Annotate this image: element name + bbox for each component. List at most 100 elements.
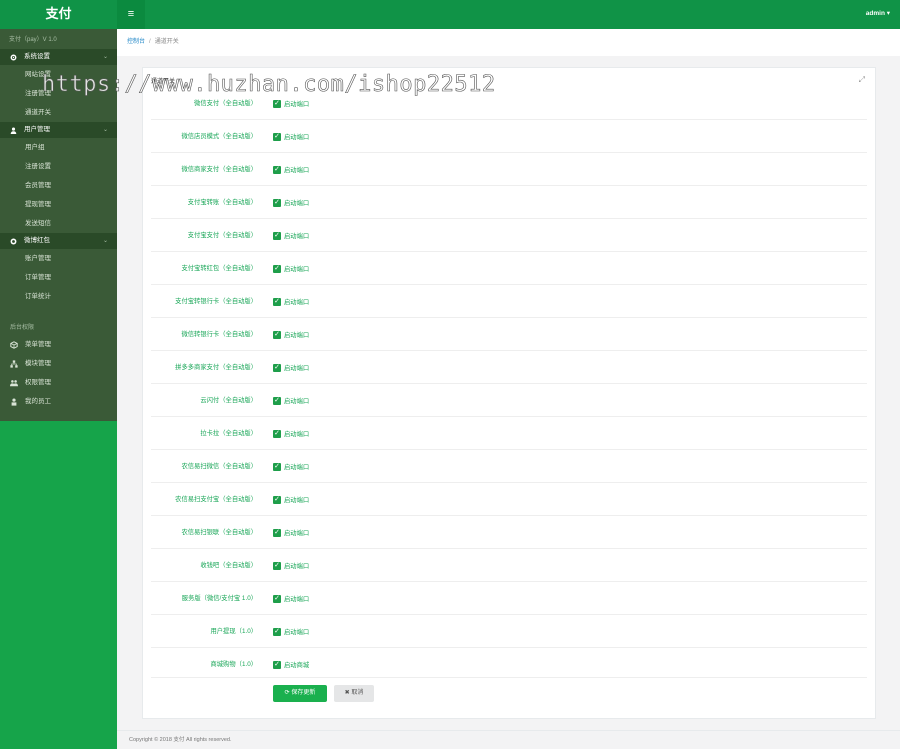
- channel-checkbox[interactable]: ✓ 启动端口: [273, 429, 309, 438]
- breadcrumb-current: 通道开关: [154, 39, 179, 45]
- sidebar-item-withdraw-manage[interactable]: 提现管理: [0, 195, 117, 214]
- sidebar-item-channel-switch[interactable]: 通道开关: [0, 103, 117, 122]
- channel-row: 农信易扫微信（全自动版） ✓ 启动端口: [151, 450, 867, 483]
- sidebar-menu: 支付 支付（pay）V 1.0 系统设置 ⌄ 网站设置 注册管理 通道开关 用户…: [0, 0, 117, 421]
- channel-label: 微信转银行卡（全自动版）: [181, 331, 257, 338]
- check-icon[interactable]: ✓: [273, 627, 281, 636]
- save-button[interactable]: ⟳ 保存更新: [273, 685, 327, 702]
- channel-checkbox[interactable]: ✓ 启动端口: [273, 99, 309, 108]
- channel-row: 农信易扫银联（全自动版） ✓ 启动端口: [151, 516, 867, 549]
- channel-checkbox[interactable]: ✓ 启动端口: [273, 330, 309, 339]
- sidebar-group-users[interactable]: 用户管理 ⌄: [0, 122, 117, 138]
- users-icon: [10, 379, 18, 386]
- check-icon[interactable]: ✓: [273, 132, 281, 141]
- menu-toggle-icon[interactable]: ≡: [117, 0, 145, 29]
- channel-row: 服务版（微信/支付宝 1.0） ✓ 启动端口: [151, 582, 867, 615]
- sidebar-item-order-manage[interactable]: 订单管理: [0, 268, 117, 287]
- weibo-icon: [10, 238, 17, 244]
- user-menu[interactable]: admin ▾: [866, 0, 890, 27]
- channel-row: 用户提现（1.0） ✓ 启动端口: [151, 615, 867, 648]
- sidebar-item-member-manage[interactable]: 会员管理: [0, 176, 117, 195]
- sidebar-item-my-staff[interactable]: 我的员工: [0, 392, 117, 411]
- sidebar-item-order-stats[interactable]: 订单统计: [0, 287, 117, 306]
- chevron-down-icon: ⌄: [102, 127, 108, 133]
- channel-label: 农信易扫银联（全自动版）: [181, 529, 257, 536]
- channel-label: 支付宝转银行卡（全自动版）: [175, 298, 257, 305]
- channel-checkbox[interactable]: ✓ 启动端口: [273, 462, 309, 471]
- sidebar-group-system[interactable]: 系统设置 ⌄: [0, 49, 117, 65]
- check-icon[interactable]: ✓: [273, 396, 281, 405]
- channel-label: 微信店员模式（全自动版）: [181, 133, 257, 140]
- check-icon[interactable]: ✓: [273, 165, 281, 174]
- cancel-button[interactable]: ✖ 取消: [334, 685, 374, 702]
- checkbox-label: 启动端口: [284, 266, 310, 273]
- channel-checkbox[interactable]: ✓ 启动端口: [273, 264, 309, 273]
- sidebar-group-label: 微博红包: [24, 237, 50, 244]
- checkbox-label: 启动端口: [284, 233, 310, 240]
- breadcrumb-separator: /: [149, 39, 151, 45]
- check-icon[interactable]: ✓: [273, 594, 281, 603]
- checkbox-label: 启动端口: [284, 530, 310, 537]
- check-icon[interactable]: ✓: [273, 264, 281, 273]
- check-icon[interactable]: ✓: [273, 198, 281, 207]
- check-icon[interactable]: ✓: [273, 297, 281, 306]
- sidebar-item-register-settings[interactable]: 注册设置: [0, 157, 117, 176]
- sidebar-item-account-manage[interactable]: 账户管理: [0, 249, 117, 268]
- app-logo[interactable]: 支付: [0, 0, 117, 29]
- settings-panel: 通道开关 ⤢ 微信支付（全自动版） ✓ 启动端口 微信店员模式（全自动版） ✓ 启动端口微…: [142, 67, 876, 719]
- sidebar-item-menu-manage[interactable]: 菜单管理: [0, 335, 117, 354]
- sidebar-item-permission-manage[interactable]: 权限管理: [0, 373, 117, 392]
- channel-label: 支付宝转红包（全自动版）: [181, 265, 257, 272]
- channel-checkbox[interactable]: ✓ 启动端口: [273, 396, 309, 405]
- topbar: ≡ admin ▾: [117, 0, 900, 29]
- channel-checkbox[interactable]: ✓ 启动端口: [273, 165, 309, 174]
- check-icon[interactable]: ✓: [273, 660, 281, 669]
- channel-checkbox[interactable]: ✓ 启动端口: [273, 231, 309, 240]
- channel-checkbox[interactable]: ✓ 启动端口: [273, 198, 309, 207]
- sidebar-item-send-sms[interactable]: 发送短信: [0, 214, 117, 233]
- channel-checkbox[interactable]: ✓ 启动端口: [273, 363, 309, 372]
- channel-row: 微信店员模式（全自动版） ✓ 启动端口: [151, 120, 867, 153]
- sidebar-item-label: 权限管理: [25, 379, 51, 386]
- checkbox-label: 启动端口: [284, 134, 310, 141]
- channel-checkbox[interactable]: ✓ 启动端口: [273, 627, 309, 636]
- channel-label: 支付宝转账（全自动版）: [187, 199, 257, 206]
- channel-checkbox[interactable]: ✓ 启动端口: [273, 561, 309, 570]
- sidebar-group-label: 系统设置: [24, 53, 50, 60]
- sidebar-item-module-manage[interactable]: 模块管理: [0, 354, 117, 373]
- channel-checkbox[interactable]: ✓ 启动端口: [273, 297, 309, 306]
- check-icon[interactable]: ✓: [273, 495, 281, 504]
- check-icon[interactable]: ✓: [273, 99, 281, 108]
- channel-label: 拉卡拉（全自动版）: [200, 430, 257, 437]
- check-icon[interactable]: ✓: [273, 528, 281, 537]
- channel-checkbox[interactable]: ✓ 启动端口: [273, 594, 309, 603]
- sitemap-icon: [10, 359, 18, 368]
- channel-checkbox[interactable]: ✓ 启动端口: [273, 528, 309, 537]
- expand-icon[interactable]: ⤢: [859, 75, 865, 85]
- channel-checkbox[interactable]: ✓ 启动端口: [273, 495, 309, 504]
- checkbox-label: 启动端口: [284, 629, 310, 636]
- channel-label: 农信易扫支付宝（全自动版）: [175, 496, 257, 503]
- check-icon[interactable]: ✓: [273, 462, 281, 471]
- sidebar: 支付 支付（pay）V 1.0 系统设置 ⌄ 网站设置 注册管理 通道开关 用户…: [0, 0, 117, 749]
- channel-checkbox[interactable]: ✓ 启动商城: [273, 660, 309, 669]
- check-icon[interactable]: ✓: [273, 330, 281, 339]
- check-icon[interactable]: ✓: [273, 561, 281, 570]
- checkbox-label: 启动端口: [284, 398, 310, 405]
- channel-label: 服务版（微信/支付宝 1.0）: [181, 595, 257, 602]
- sidebar-item-user-group[interactable]: 用户组: [0, 138, 117, 157]
- checkbox-label: 启动端口: [284, 167, 310, 174]
- channel-checkbox[interactable]: ✓ 启动端口: [273, 132, 309, 141]
- user-icon: [10, 127, 17, 134]
- sidebar-group-weibo[interactable]: 微博红包 ⌄: [0, 233, 117, 249]
- divider: [151, 677, 867, 678]
- channel-label: 收钱吧（全自动版）: [200, 562, 257, 569]
- check-icon[interactable]: ✓: [273, 231, 281, 240]
- check-icon[interactable]: ✓: [273, 429, 281, 438]
- check-icon[interactable]: ✓: [273, 363, 281, 372]
- sidebar-section-label: 后台权限: [10, 325, 35, 331]
- channel-list: 微信支付（全自动版） ✓ 启动端口 微信店员模式（全自动版） ✓ 启动端口 微信商家支付（全…: [151, 87, 867, 681]
- breadcrumb-home[interactable]: 控制台: [127, 39, 145, 45]
- channel-row: 拼多多商家支付（全自动版） ✓ 启动端口: [151, 351, 867, 384]
- channel-row: 支付宝转银行卡（全自动版） ✓ 启动端口: [151, 285, 867, 318]
